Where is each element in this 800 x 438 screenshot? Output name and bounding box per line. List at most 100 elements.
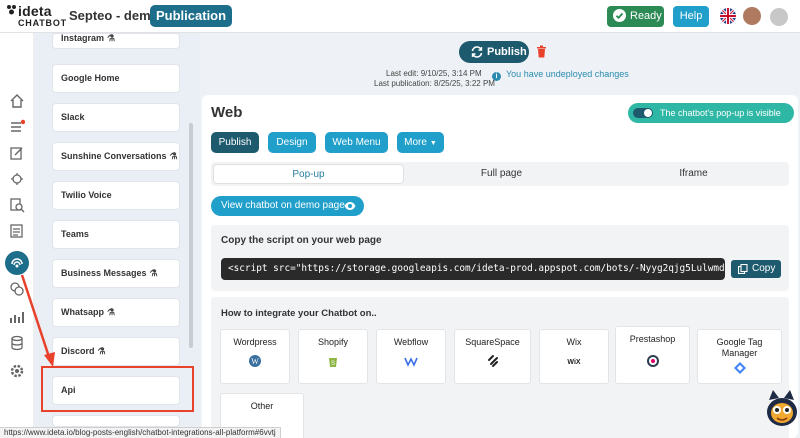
info-icon: i xyxy=(492,72,501,81)
svg-text:S: S xyxy=(331,361,335,367)
popup-visible-toggle[interactable]: The chatbot's pop-up is visible xyxy=(628,103,794,123)
top-bar: ideta CHATBOT Septeo - demo Publication … xyxy=(0,0,800,33)
integration-item-discord[interactable]: Discord ⚗ xyxy=(52,337,180,366)
flask-icon: ⚗ xyxy=(107,33,116,43)
integration-label: Slack xyxy=(61,112,85,122)
svg-text:W: W xyxy=(251,357,259,366)
more-label: More xyxy=(404,137,427,148)
logo-text: ideta xyxy=(18,3,52,19)
platform-label: Google Tag Manager xyxy=(716,337,763,358)
database-icon[interactable] xyxy=(9,335,25,351)
translate-icon[interactable] xyxy=(9,281,25,297)
squarespace-icon xyxy=(487,355,498,367)
bug-icon[interactable] xyxy=(9,171,25,187)
sync-icon xyxy=(471,46,483,58)
search-icon[interactable] xyxy=(9,197,25,213)
integration-item-teams[interactable]: Teams xyxy=(52,220,180,249)
help-button[interactable]: Help xyxy=(673,6,709,27)
integration-label: Teams xyxy=(61,229,89,239)
platform-webflow[interactable]: Webflow xyxy=(376,329,446,384)
copy-icon xyxy=(738,264,748,274)
webflow-icon xyxy=(404,357,418,367)
design-button[interactable]: Design xyxy=(268,132,316,153)
user-avatar[interactable] xyxy=(743,7,761,25)
ready-button[interactable]: Ready xyxy=(607,6,664,27)
trash-icon[interactable] xyxy=(536,45,547,58)
chatbot-mascot-icon[interactable] xyxy=(763,388,800,428)
platform-label: Webflow xyxy=(393,337,429,347)
integrations-icon[interactable] xyxy=(5,251,29,275)
ideta-logo[interactable]: ideta CHATBOT xyxy=(6,3,67,31)
integration-item-twilio-voice[interactable]: Twilio Voice xyxy=(52,181,180,210)
platform-shopify[interactable]: Shopify S xyxy=(298,329,368,384)
platform-squarespace[interactable]: SquareSpace xyxy=(454,329,531,384)
integration-label: Whatsapp xyxy=(61,307,105,317)
flask-icon: ⚗ xyxy=(97,346,106,356)
tab-full-page[interactable]: Full page xyxy=(406,164,597,184)
home-icon[interactable] xyxy=(9,93,25,109)
platform-label: Other xyxy=(250,401,274,411)
copy-label: Copy xyxy=(752,263,776,274)
web-publish-button[interactable]: Publish xyxy=(211,132,259,153)
web-menu-button[interactable]: Web Menu xyxy=(325,132,388,153)
integration-label: Discord xyxy=(61,346,95,356)
integration-item-whatsapp[interactable]: Whatsapp ⚗ xyxy=(52,298,180,327)
more-button[interactable]: More ▼ xyxy=(397,132,444,153)
uk-flag-icon[interactable] xyxy=(720,8,736,24)
integration-item-business-messages[interactable]: Business Messages ⚗ xyxy=(52,259,180,288)
list-icon[interactable] xyxy=(9,119,26,135)
undeployed-changes-notice: i You have undeployed changes xyxy=(492,69,629,81)
svg-text:WiX: WiX xyxy=(567,359,580,366)
settings-icon[interactable] xyxy=(9,363,25,379)
project-name: Septeo - demo xyxy=(69,8,159,23)
tab-iframe[interactable]: Iframe xyxy=(599,164,788,184)
platform-wix[interactable]: Wix WiX xyxy=(539,329,609,384)
tab-popup[interactable]: Pop-up xyxy=(213,164,404,184)
platform-wordpress[interactable]: Wordpress W xyxy=(220,329,290,384)
page-title: Web xyxy=(211,104,243,121)
icon-rail xyxy=(0,33,34,438)
integration-item-google-home[interactable]: Google Home xyxy=(52,64,180,93)
status-bar-url: https://www.ideta.io/blog-posts-english/… xyxy=(0,427,281,438)
flask-icon: ⚗ xyxy=(169,151,178,161)
platform-prestashop[interactable]: Prestashop xyxy=(615,326,690,384)
last-edit-text: Last edit: 9/10/25, 3:14 PM xyxy=(386,69,482,78)
integration-label: Twilio Voice xyxy=(61,190,112,200)
eye-icon xyxy=(344,202,356,210)
flask-icon: ⚗ xyxy=(149,268,158,278)
integration-item-instagram[interactable]: Instagram ⚗ xyxy=(52,33,180,49)
publish-button[interactable]: Publish xyxy=(459,41,529,63)
paw-icon xyxy=(7,5,16,15)
integration-item-sunshine-conversations[interactable]: Sunshine Conversations ⚗ xyxy=(52,142,180,171)
wordpress-icon: W xyxy=(249,355,261,367)
analytics-icon[interactable] xyxy=(9,309,25,325)
platform-label: Shopify xyxy=(317,337,349,347)
edit-icon[interactable] xyxy=(9,145,25,161)
last-publication-text: Last publication: 8/25/25, 3:22 PM xyxy=(374,79,495,88)
integration-item-next[interactable] xyxy=(52,415,180,427)
platform-google-tag-manager[interactable]: Google Tag Manager xyxy=(697,329,782,384)
logo-subtext: CHATBOT xyxy=(18,18,67,28)
platform-label: Wix xyxy=(566,337,582,347)
script-section-label: Copy the script on your web page xyxy=(221,235,382,246)
view-demo-button[interactable]: View chatbot on demo page xyxy=(211,196,364,216)
document-icon[interactable] xyxy=(9,223,25,239)
google-tag-manager-icon xyxy=(733,362,746,374)
script-code-box[interactable]: <script src="https://storage.googleapis.… xyxy=(221,258,725,280)
account-menu-icon[interactable] xyxy=(770,8,788,26)
flask-icon: ⚗ xyxy=(107,307,116,317)
check-icon xyxy=(613,9,626,22)
prestashop-icon xyxy=(646,355,659,367)
integration-item-slack[interactable]: Slack xyxy=(52,103,180,132)
platform-label: Prestashop xyxy=(629,334,676,344)
integrate-label: How to integrate your Chatbot on.. xyxy=(221,308,377,319)
view-demo-label: View chatbot on demo page xyxy=(221,200,345,211)
toggle-switch[interactable] xyxy=(633,108,653,118)
panel-scrollbar[interactable] xyxy=(189,123,193,348)
publish-label: Publish xyxy=(487,46,527,58)
popup-visible-label: The chatbot's pop-up is visible xyxy=(660,108,781,118)
integration-label: Sunshine Conversations xyxy=(61,151,167,161)
integration-label: Google Home xyxy=(61,73,120,83)
caret-down-icon: ▼ xyxy=(429,140,437,147)
copy-button[interactable]: Copy xyxy=(731,260,781,278)
